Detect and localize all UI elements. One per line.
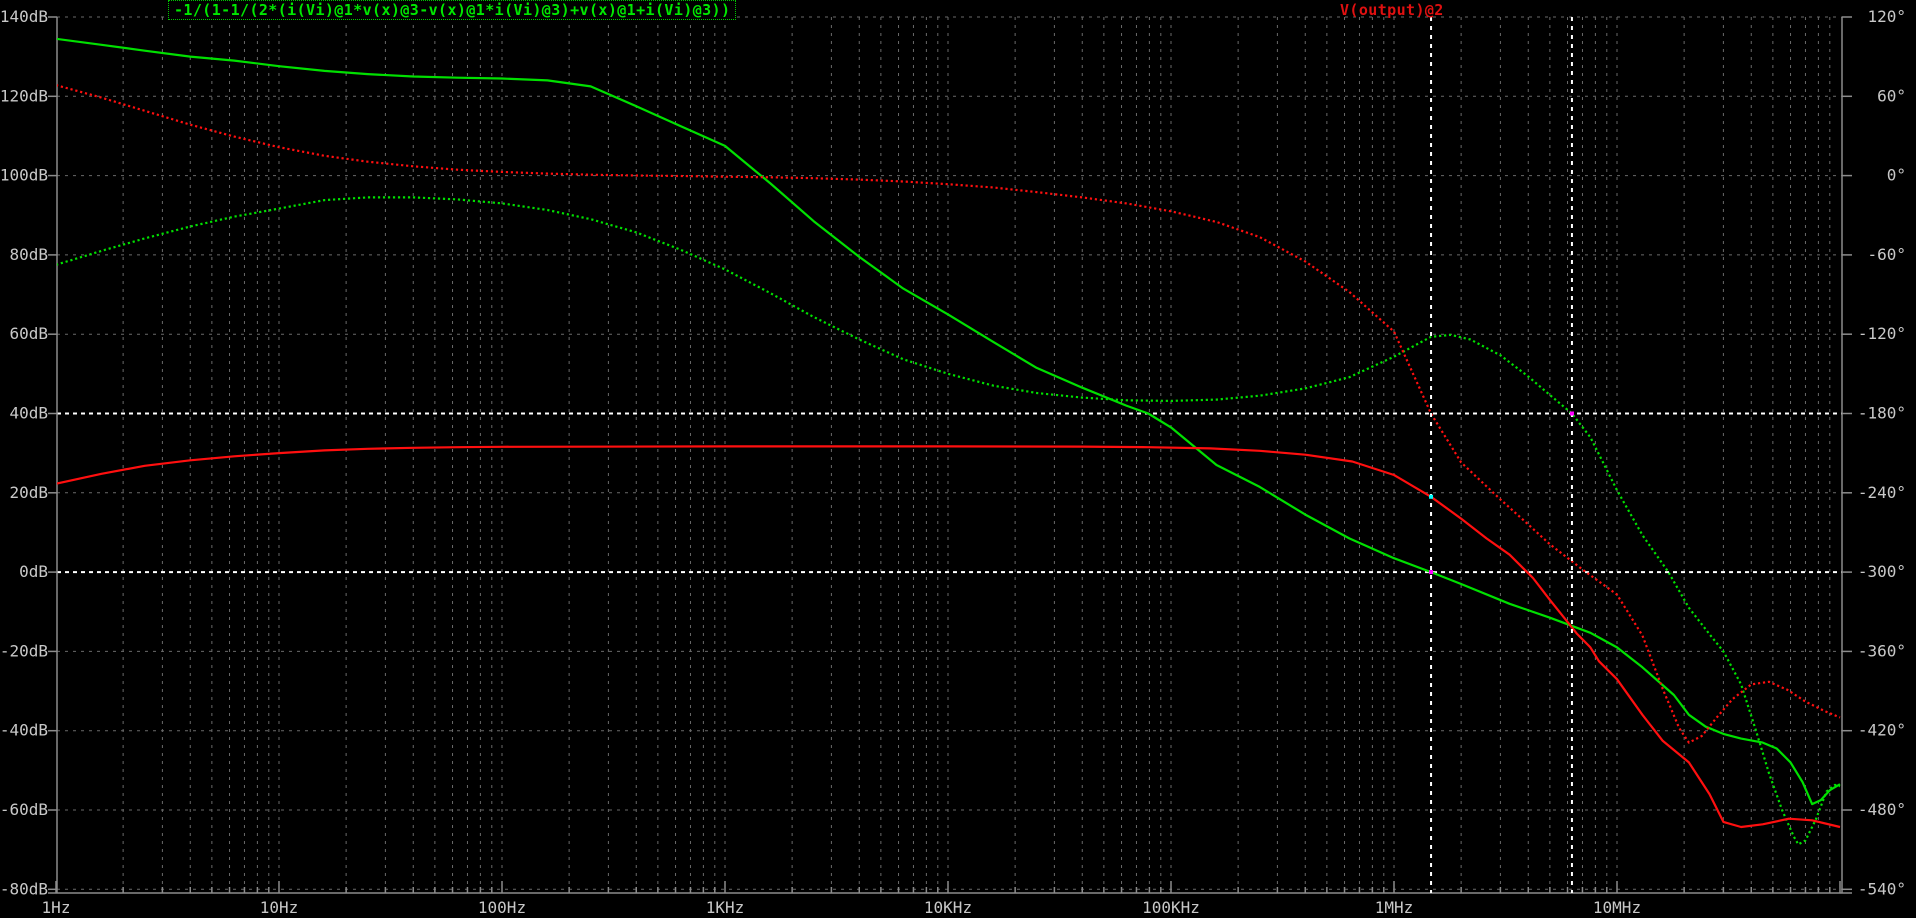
plot-background [0, 0, 1916, 918]
cursor-intersection-marker [1429, 494, 1434, 499]
y-right-label: -180° [1858, 404, 1906, 423]
cursor-intersection-marker [1569, 411, 1574, 416]
plot-canvas[interactable]: 140dB120dB100dB80dB60dB40dB20dB0dB-20dB-… [0, 0, 1916, 918]
y-left-label: -40dB [0, 721, 48, 740]
trace-label-loop-expression[interactable]: -1/(1-1/(2*(i(Vi)@1*v(x)@3-v(x)@1*i(Vi)@… [168, 0, 737, 20]
y-right-label: -540° [1858, 879, 1906, 898]
waveform-viewer: 140dB 120dB 100dB 80dB 60dB 40dB 20dB 0dB -20dB -… [0, 0, 1916, 918]
y-right-label: 0° [1887, 166, 1906, 185]
y-left-label: 120dB [0, 86, 48, 105]
y-right-label: -300° [1858, 562, 1906, 581]
y-right-label: -480° [1858, 800, 1906, 819]
x-axis-label: 100KHz [1142, 898, 1200, 917]
x-axis-label: 1Hz [42, 898, 71, 917]
y-left-label: -60dB [0, 800, 48, 819]
trace-label-output[interactable]: V(output)@2 [1340, 1, 1444, 19]
y-left-label: 80dB [9, 245, 48, 264]
x-axis-label: 1KHz [706, 898, 745, 917]
y-right-label: 60° [1877, 86, 1906, 105]
y-right-label: -60° [1867, 245, 1906, 264]
y-left-label: 40dB [9, 404, 48, 423]
y-left-label: 60dB [9, 324, 48, 343]
plot-title-bar: -1/(1-1/(2*(i(Vi)@1*v(x)@3-v(x)@1*i(Vi)@… [0, 0, 1916, 20]
y-right-label: -120° [1858, 324, 1906, 343]
y-left-label: -20dB [0, 641, 48, 660]
y-left-label: 0dB [19, 562, 48, 581]
x-axis-label: 10KHz [924, 898, 972, 917]
y-right-label: -360° [1858, 641, 1906, 660]
y-left-label: 20dB [9, 483, 48, 502]
x-axis-label: 1MHz [1375, 898, 1414, 917]
y-right-label: -240° [1858, 483, 1906, 502]
cursor-intersection-marker [1429, 570, 1434, 575]
x-axis-label: 100Hz [478, 898, 526, 917]
y-left-label: -80dB [0, 879, 48, 898]
y-right-label: -420° [1858, 721, 1906, 740]
y-left-label: 100dB [0, 166, 48, 185]
x-axis-label: 10MHz [1593, 898, 1641, 917]
x-axis-label: 10Hz [260, 898, 299, 917]
